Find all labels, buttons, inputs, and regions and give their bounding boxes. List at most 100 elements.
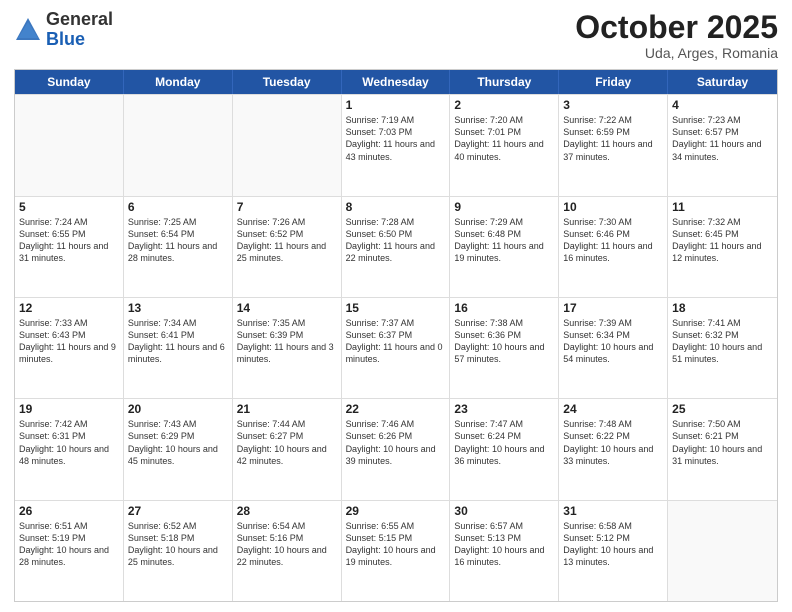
calendar-cell: 29Sunrise: 6:55 AMSunset: 5:15 PMDayligh… <box>342 501 451 601</box>
day-number: 17 <box>563 301 663 315</box>
calendar-title: October 2025 <box>575 10 778 45</box>
day-header-sunday: Sunday <box>15 70 124 94</box>
day-info: Sunrise: 7:50 AMSunset: 6:21 PMDaylight:… <box>672 418 773 467</box>
day-info: Sunrise: 7:35 AMSunset: 6:39 PMDaylight:… <box>237 317 337 366</box>
calendar-cell: 16Sunrise: 7:38 AMSunset: 6:36 PMDayligh… <box>450 298 559 398</box>
logo-text: General Blue <box>46 10 113 50</box>
day-info: Sunrise: 7:20 AMSunset: 7:01 PMDaylight:… <box>454 114 554 163</box>
day-number: 31 <box>563 504 663 518</box>
day-number: 26 <box>19 504 119 518</box>
calendar-cell: 30 Sunrise: 6:57 AMSunset: 5:13 PMDayligh… <box>450 501 559 601</box>
calendar-cell: 9 Sunrise: 7:29 AMSunset: 6:48 PMDaylight… <box>450 197 559 297</box>
day-number: 7 <box>237 200 337 214</box>
day-info: Sunrise: 7:28 AMSunset: 6:50 PMDaylight:… <box>346 216 446 265</box>
day-header-tuesday: Tuesday <box>233 70 342 94</box>
calendar-cell: 11Sunrise: 7:32 AMSunset: 6:45 PMDayligh… <box>668 197 777 297</box>
logo-general-text: General <box>46 9 113 29</box>
calendar-cell: 25 Sunrise: 7:50 AMSunset: 6:21 PMDayligh… <box>668 399 777 499</box>
calendar-cell: 19Sunrise: 7:42 AMSunset: 6:31 PMDayligh… <box>15 399 124 499</box>
title-block: October 2025 Uda, Arges, Romania <box>575 10 778 61</box>
day-info: Sunrise: 7:37 AMSunset: 6:37 PMDaylight:… <box>346 317 446 366</box>
calendar-cell: 17Sunrise: 7:39 AMSunset: 6:34 PMDayligh… <box>559 298 668 398</box>
calendar-cell: 10 Sunrise: 7:30 AMSunset: 6:46 PMDayligh… <box>559 197 668 297</box>
day-info: Sunrise: 7:30 AMSunset: 6:46 PMDaylight:… <box>563 216 663 265</box>
day-info: Sunrise: 7:29 AMSunset: 6:48 PMDaylight:… <box>454 216 554 265</box>
calendar-cell: 8 Sunrise: 7:28 AMSunset: 6:50 PMDaylight… <box>342 197 451 297</box>
calendar-cell: 2 Sunrise: 7:20 AMSunset: 7:01 PMDaylight… <box>450 95 559 195</box>
day-number: 6 <box>128 200 228 214</box>
calendar-cell: 23Sunrise: 7:47 AMSunset: 6:24 PMDayligh… <box>450 399 559 499</box>
calendar-cell: 6 Sunrise: 7:25 AMSunset: 6:54 PMDaylight… <box>124 197 233 297</box>
day-header-thursday: Thursday <box>450 70 559 94</box>
calendar-cell: 12Sunrise: 7:33 AMSunset: 6:43 PMDayligh… <box>15 298 124 398</box>
day-number: 3 <box>563 98 663 112</box>
day-number: 19 <box>19 402 119 416</box>
day-info: Sunrise: 7:43 AMSunset: 6:29 PMDaylight:… <box>128 418 228 467</box>
day-number: 18 <box>672 301 773 315</box>
day-info: Sunrise: 7:46 AMSunset: 6:26 PMDaylight:… <box>346 418 446 467</box>
calendar-cell: 28 Sunrise: 6:54 AMSunset: 5:16 PMDayligh… <box>233 501 342 601</box>
day-number: 14 <box>237 301 337 315</box>
logo-blue-text: Blue <box>46 29 85 49</box>
day-number: 10 <box>563 200 663 214</box>
day-info: Sunrise: 7:48 AMSunset: 6:22 PMDaylight:… <box>563 418 663 467</box>
day-info: Sunrise: 6:52 AMSunset: 5:18 PMDaylight:… <box>128 520 228 569</box>
calendar: SundayMondayTuesdayWednesdayThursdayFrid… <box>14 69 778 602</box>
day-number: 16 <box>454 301 554 315</box>
day-number: 8 <box>346 200 446 214</box>
day-info: Sunrise: 7:19 AMSunset: 7:03 PMDaylight:… <box>346 114 446 163</box>
day-info: Sunrise: 7:26 AMSunset: 6:52 PMDaylight:… <box>237 216 337 265</box>
day-info: Sunrise: 7:41 AMSunset: 6:32 PMDaylight:… <box>672 317 773 366</box>
page-container: General Blue October 2025 Uda, Arges, Ro… <box>0 0 792 612</box>
day-info: Sunrise: 7:25 AMSunset: 6:54 PMDaylight:… <box>128 216 228 265</box>
calendar-cell <box>15 95 124 195</box>
calendar-cell <box>668 501 777 601</box>
logo-icon <box>14 16 42 44</box>
day-number: 27 <box>128 504 228 518</box>
day-number: 11 <box>672 200 773 214</box>
day-info: Sunrise: 7:33 AMSunset: 6:43 PMDaylight:… <box>19 317 119 366</box>
day-info: Sunrise: 7:24 AMSunset: 6:55 PMDaylight:… <box>19 216 119 265</box>
day-number: 15 <box>346 301 446 315</box>
calendar-header-row: SundayMondayTuesdayWednesdayThursdayFrid… <box>15 70 777 94</box>
day-number: 28 <box>237 504 337 518</box>
day-number: 9 <box>454 200 554 214</box>
header: General Blue October 2025 Uda, Arges, Ro… <box>14 10 778 61</box>
calendar-cell: 21Sunrise: 7:44 AMSunset: 6:27 PMDayligh… <box>233 399 342 499</box>
day-info: Sunrise: 6:58 AMSunset: 5:12 PMDaylight:… <box>563 520 663 569</box>
day-number: 25 <box>672 402 773 416</box>
calendar-cell: 26Sunrise: 6:51 AMSunset: 5:19 PMDayligh… <box>15 501 124 601</box>
calendar-cell <box>124 95 233 195</box>
calendar-cell: 5 Sunrise: 7:24 AMSunset: 6:55 PMDaylight… <box>15 197 124 297</box>
day-number: 5 <box>19 200 119 214</box>
day-header-friday: Friday <box>559 70 668 94</box>
calendar-cell <box>233 95 342 195</box>
day-info: Sunrise: 6:57 AMSunset: 5:13 PMDaylight:… <box>454 520 554 569</box>
day-info: Sunrise: 7:34 AMSunset: 6:41 PMDaylight:… <box>128 317 228 366</box>
calendar-cell: 13 Sunrise: 7:34 AMSunset: 6:41 PMDayligh… <box>124 298 233 398</box>
calendar-cell: 15 Sunrise: 7:37 AMSunset: 6:37 PMDayligh… <box>342 298 451 398</box>
day-info: Sunrise: 6:54 AMSunset: 5:16 PMDaylight:… <box>237 520 337 569</box>
calendar-cell: 27 Sunrise: 6:52 AMSunset: 5:18 PMDayligh… <box>124 501 233 601</box>
day-number: 30 <box>454 504 554 518</box>
day-number: 22 <box>346 402 446 416</box>
calendar-week-1: 1Sunrise: 7:19 AMSunset: 7:03 PMDaylight… <box>15 94 777 195</box>
calendar-cell: 18 Sunrise: 7:41 AMSunset: 6:32 PMDayligh… <box>668 298 777 398</box>
calendar-cell: 22 Sunrise: 7:46 AMSunset: 6:26 PMDayligh… <box>342 399 451 499</box>
calendar-subtitle: Uda, Arges, Romania <box>575 45 778 61</box>
day-number: 2 <box>454 98 554 112</box>
day-header-monday: Monday <box>124 70 233 94</box>
day-number: 29 <box>346 504 446 518</box>
calendar-cell: 1Sunrise: 7:19 AMSunset: 7:03 PMDaylight… <box>342 95 451 195</box>
day-header-wednesday: Wednesday <box>342 70 451 94</box>
logo: General Blue <box>14 10 113 50</box>
calendar-week-5: 26Sunrise: 6:51 AMSunset: 5:19 PMDayligh… <box>15 500 777 601</box>
day-info: Sunrise: 7:22 AMSunset: 6:59 PMDaylight:… <box>563 114 663 163</box>
day-info: Sunrise: 7:23 AMSunset: 6:57 PMDaylight:… <box>672 114 773 163</box>
day-number: 21 <box>237 402 337 416</box>
calendar-cell: 4Sunrise: 7:23 AMSunset: 6:57 PMDaylight… <box>668 95 777 195</box>
day-number: 13 <box>128 301 228 315</box>
day-number: 24 <box>563 402 663 416</box>
calendar-cell: 31 Sunrise: 6:58 AMSunset: 5:12 PMDayligh… <box>559 501 668 601</box>
calendar-cell: 14 Sunrise: 7:35 AMSunset: 6:39 PMDayligh… <box>233 298 342 398</box>
